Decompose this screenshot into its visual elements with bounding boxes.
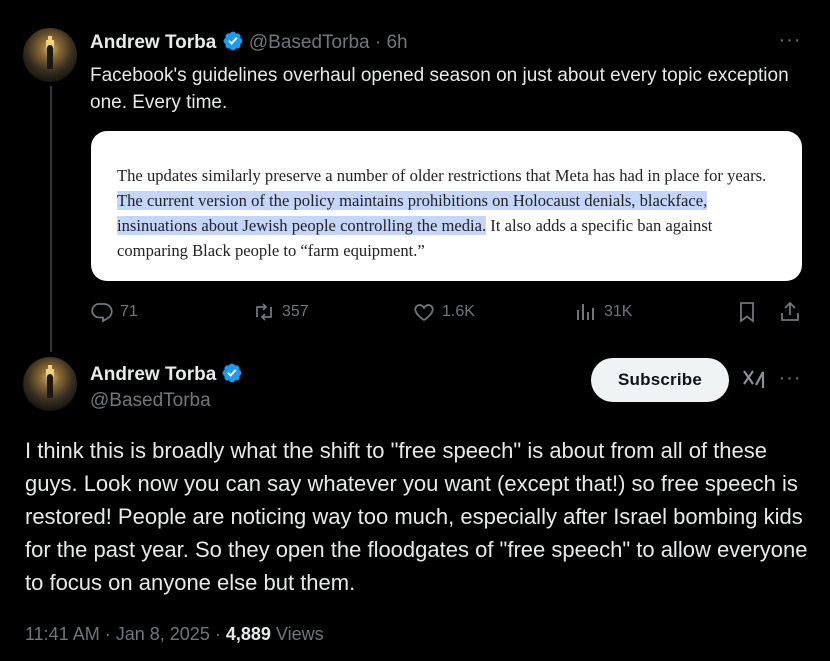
reply-count: 71 bbox=[120, 303, 138, 320]
tweet-time[interactable]: 11:41 AM bbox=[25, 624, 100, 644]
views-label: Views bbox=[275, 624, 324, 644]
repost-count: 357 bbox=[282, 303, 309, 320]
reply-icon bbox=[91, 303, 113, 323]
tweet-date[interactable]: Jan 8, 2025 bbox=[116, 624, 210, 644]
like-count: 1.6K bbox=[442, 303, 475, 320]
reply-button[interactable]: 71 bbox=[90, 300, 138, 324]
share-button[interactable] bbox=[778, 300, 802, 324]
quote-text-before: The updates similarly preserve a number … bbox=[117, 166, 767, 185]
author-name[interactable]: Andrew Torba bbox=[90, 364, 216, 385]
thread-line bbox=[50, 86, 52, 352]
more-icon[interactable]: ··· bbox=[778, 368, 802, 396]
avatar[interactable] bbox=[23, 357, 77, 411]
bookmark-button[interactable] bbox=[735, 300, 759, 324]
tweet-actions: 71 357 1.6K 31K bbox=[90, 300, 802, 326]
tweet-header: Andrew Torba bbox=[90, 362, 243, 386]
author-name[interactable]: Andrew Torba bbox=[90, 32, 216, 53]
separator-dot: · bbox=[104, 624, 111, 644]
verified-badge-icon[interactable] bbox=[222, 30, 244, 52]
separator-dot: · bbox=[374, 32, 382, 53]
tweet-time[interactable]: 6h bbox=[386, 32, 407, 53]
views-count[interactable]: 4,889 bbox=[226, 624, 271, 644]
share-icon bbox=[781, 301, 799, 321]
quote-image[interactable]: The updates similarly preserve a number … bbox=[91, 131, 802, 281]
like-button[interactable]: 1.6K bbox=[412, 300, 475, 324]
tweet-meta: 11:41 AM · Jan 8, 2025 · 4,889 Views bbox=[25, 624, 324, 645]
tweet-header: Andrew Torba @BasedTorba · 6h bbox=[90, 30, 408, 54]
repost-button[interactable]: 357 bbox=[252, 300, 309, 324]
subscribe-button[interactable]: Subscribe bbox=[591, 358, 729, 402]
grok-icon[interactable] bbox=[741, 367, 767, 393]
views-count: 31K bbox=[604, 303, 633, 320]
author-handle[interactable]: @BasedTorba bbox=[249, 32, 370, 53]
tweet-text: Facebook's guidelines overhaul opened se… bbox=[90, 65, 789, 113]
views-button[interactable]: 31K bbox=[574, 300, 632, 324]
more-icon[interactable]: ··· bbox=[778, 30, 802, 58]
author-handle[interactable]: @BasedTorba bbox=[90, 390, 211, 412]
verified-badge-icon[interactable] bbox=[221, 362, 243, 384]
separator-dot: · bbox=[214, 624, 221, 644]
views-icon bbox=[577, 304, 594, 320]
like-icon bbox=[414, 304, 434, 322]
repost-icon bbox=[256, 303, 272, 321]
tweet-text: I think this is broadly what the shift t… bbox=[25, 438, 808, 595]
avatar[interactable] bbox=[23, 28, 77, 82]
bookmark-icon bbox=[740, 302, 754, 323]
